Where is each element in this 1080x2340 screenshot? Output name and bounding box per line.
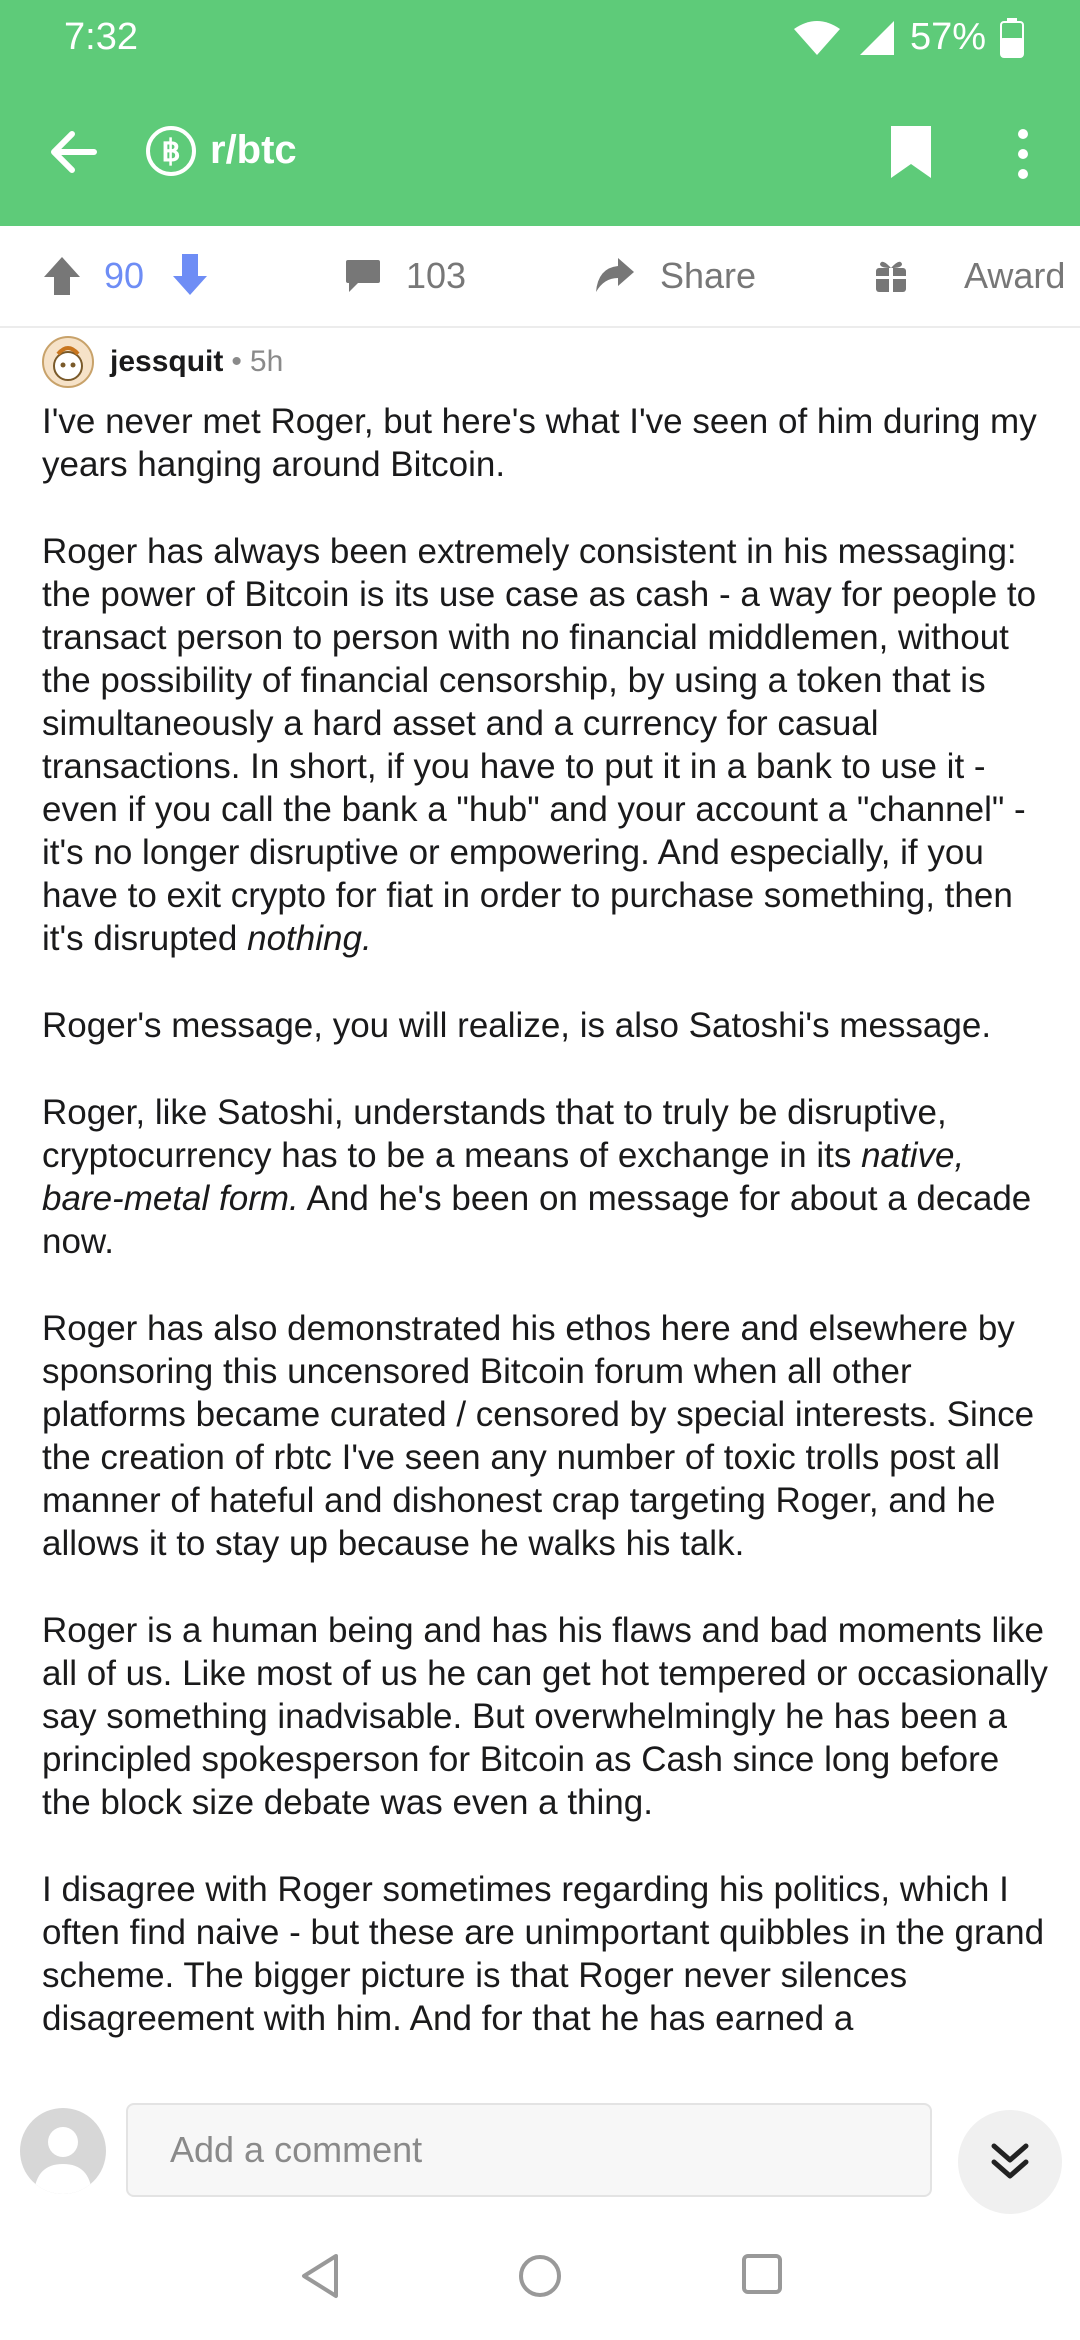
share-button[interactable]: Share [594,226,756,326]
nav-back-icon[interactable] [298,2252,342,2300]
comment-meta: jessquit • 5h [42,332,1052,392]
status-time: 7:32 [64,16,138,58]
app-bar: 7:32 57% ฿ r/btc [0,0,1080,226]
comment-paragraph-6: Roger is a human being and has his flaws… [42,1611,1048,1822]
nav-recents-icon[interactable] [740,2252,784,2296]
comment-paragraph-7: I disagree with Roger sometimes regardin… [42,1870,1045,2038]
comment-paragraph-4: Roger, like Satoshi, understands that to… [42,1091,1052,1263]
add-comment-input[interactable]: Add a comment [126,2103,932,2197]
status-icons: 57% [792,16,1024,59]
meta-separator: • [231,345,242,378]
more-options-icon[interactable] [1008,124,1038,184]
post-action-bar: 90 103 Share Award [0,226,1080,328]
vote-score: 90 [104,255,145,296]
expand-button[interactable] [958,2110,1062,2214]
author-avatar[interactable] [42,336,94,388]
paragraph-2-text: Roger has always been extremely consiste… [42,532,1037,958]
nav-home-icon[interactable] [516,2252,564,2300]
share-arrow-icon [596,258,634,292]
comment-body: I've never met Roger, but here's what I'… [42,400,1052,2040]
comment-bubble-icon [346,260,380,292]
bookmark-icon[interactable] [888,124,934,180]
back-arrow-icon[interactable] [44,122,104,182]
downvote-arrow-icon [173,254,207,295]
paragraph-4-text-a: Roger, like Satoshi, understands that to… [42,1093,947,1175]
subreddit-icon: ฿ [146,126,196,176]
subreddit-name[interactable]: r/btc [210,128,297,173]
battery-icon [1000,17,1024,58]
downvote-button[interactable] [170,250,210,303]
double-chevron-down-icon [991,2143,1029,2179]
comments-button[interactable]: 103 [344,226,466,326]
user-silhouette-icon [34,2127,92,2194]
signal-icon [859,20,894,55]
comment-block: jessquit • 5h I've never met Roger, but … [42,332,1052,2084]
upvote-button[interactable] [40,226,84,326]
comment-paragraph-5: Roger has also demonstrated his ethos he… [42,1309,1035,1563]
comment-composer: Add a comment [0,2086,1080,2216]
comment-paragraph-1: I've never met Roger, but here's what I'… [42,402,1037,484]
upvote-arrow-icon [44,257,80,295]
wifi-icon [793,20,840,55]
comment-paragraph-3: Roger's message, you will realize, is al… [42,1006,992,1045]
gift-icon [876,261,906,292]
battery-percent: 57% [909,16,986,58]
comment-age: 5h [249,345,284,378]
add-comment-placeholder: Add a comment [170,2129,423,2170]
award-label: Award [964,255,1066,296]
system-nav-bar [0,2216,1080,2340]
comment-paragraph-2: Roger has always been extremely consiste… [42,530,1052,960]
paragraph-2-emphasis: nothing. [247,919,372,958]
share-label: Share [660,255,757,296]
subreddit-icon-glyph: ฿ [161,134,181,168]
award-button[interactable]: Award [874,226,1065,326]
user-avatar[interactable] [20,2108,106,2194]
comment-count: 103 [406,255,467,296]
comment-author[interactable]: jessquit [110,345,223,379]
snoo-avatar-icon [53,346,83,381]
